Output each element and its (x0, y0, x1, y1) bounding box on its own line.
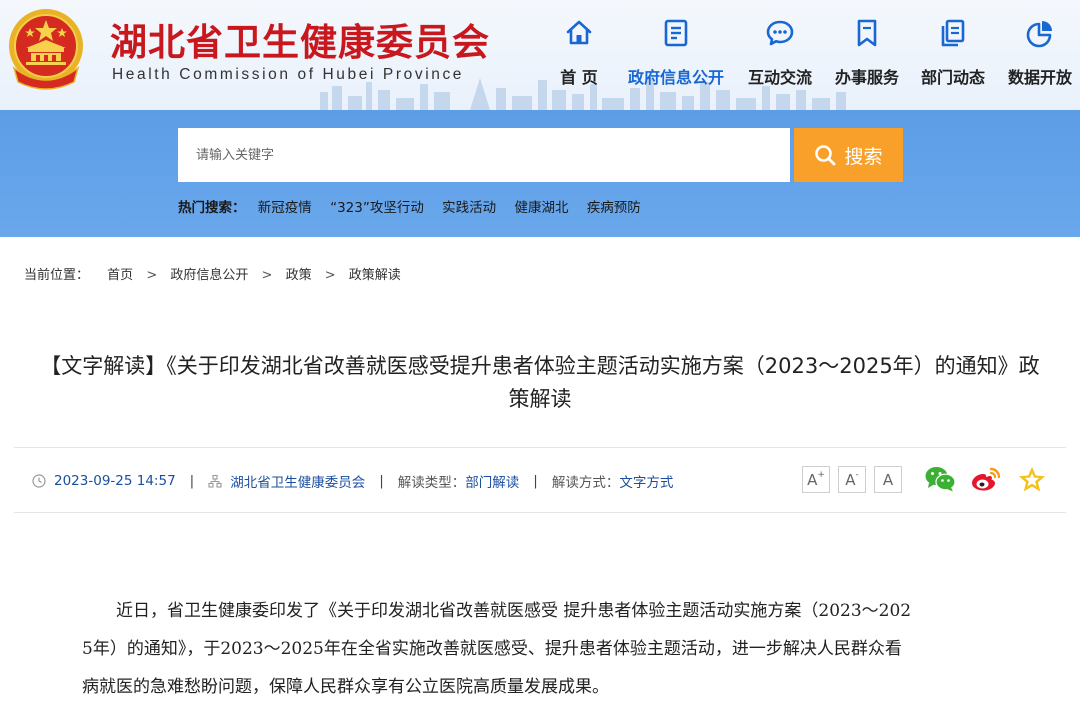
site-header: 湖北省卫生健康委员会 Health Commission of Hubei Pr… (0, 0, 1080, 110)
interpretation-method-label: 解读方式： (551, 475, 620, 491)
title-divider (14, 447, 1066, 448)
breadcrumb-link-home[interactable]: 首页 (107, 268, 133, 283)
article-title-line: 策解读 (508, 387, 572, 411)
font-decrease-button[interactable]: A- (838, 466, 866, 493)
favorite-star-icon[interactable] (1016, 465, 1048, 493)
search-input[interactable] (178, 128, 790, 182)
nav-item-gov-info[interactable]: 政府信息公开 (624, 14, 728, 94)
font-reset-button[interactable]: A (874, 466, 902, 493)
interpretation-method-value: 文字方式 (619, 475, 674, 491)
nav-label-gov-info: 政府信息公开 (627, 68, 724, 87)
nav-label-open-data: 数据开放 (1007, 68, 1072, 87)
hot-search-link[interactable]: 新冠疫情 (258, 200, 312, 216)
search-box (178, 128, 790, 182)
pie-chart-icon (1026, 21, 1052, 48)
hot-search-link[interactable]: “323”攻坚行动 (330, 200, 424, 216)
hot-search-link[interactable]: 健康湖北 (514, 200, 568, 216)
nav-item-services[interactable]: 办事服务 (831, 14, 903, 94)
font-increase-button[interactable]: A + (802, 466, 830, 493)
site-subtitle: Health Commission of Hubei Province (112, 66, 465, 83)
nav-item-home[interactable]: 首 页 (548, 14, 610, 94)
nav-label-services: 办事服务 (834, 68, 899, 87)
breadcrumb-link-policy-interpretation[interactable]: 政策解读 (349, 268, 401, 283)
bookmark-icon (857, 19, 877, 47)
document-list-icon (664, 19, 688, 47)
nav-item-open-data[interactable]: 数据开放 (1004, 14, 1076, 94)
weibo-icon[interactable] (970, 465, 1002, 493)
nav-label-interaction: 互动交流 (747, 68, 812, 87)
article-body-line: 5年）的通知》，于2023～2025年在全省实施改善就医感受、提升患者体验主题活… (82, 639, 902, 659)
meta-separator: | (533, 473, 538, 489)
breadcrumb-separator: > (146, 268, 158, 283)
hot-search: 热门搜索： 新冠疫情 “323”攻坚行动 实践活动 健康湖北 疾病预防 (178, 196, 655, 216)
breadcrumb-link-policy[interactable]: 政策 (286, 268, 312, 283)
meta-separator: | (189, 473, 195, 489)
meta-divider (14, 512, 1066, 513)
article-body-line: 病就医的急难愁盼问题，保障人民群众享有公立医院高质量发展成果。 (82, 677, 609, 697)
organization-icon (208, 474, 222, 488)
search-icon (815, 145, 836, 166)
hot-search-link[interactable]: 疾病预防 (587, 200, 641, 216)
article-body-line: 近日，省卫生健康委印发了《关于印发湖北省改善就医感受 提升患者体验主题活动实施方… (82, 601, 912, 621)
home-icon (566, 20, 592, 45)
nav-item-interaction[interactable]: 互动交流 (744, 14, 816, 94)
font-size-controls: A + A- A (802, 466, 902, 493)
share-bar (924, 465, 1048, 493)
breadcrumb-label: 当前位置： (24, 268, 90, 283)
breadcrumb-separator: > (324, 268, 336, 283)
article-body: 近日，省卫生健康委印发了《关于印发湖北省改善就医感受 提升患者体验主题活动实施方… (82, 592, 1000, 705)
article-title-line: 【文字解读】《关于印发湖北省改善就医感受提升患者体验主题活动实施方案（2023～… (40, 354, 1040, 378)
breadcrumb-separator: > (261, 268, 273, 283)
search-button[interactable]: 搜索 (794, 128, 903, 182)
clock-icon (32, 474, 46, 488)
search-band: 搜索 热门搜索： 新冠疫情 “323”攻坚行动 实践活动 健康湖北 疾病预防 (0, 110, 1080, 237)
publish-date: 2023-09-25 14:57 (54, 473, 176, 489)
search-button-label: 搜索 (844, 145, 883, 168)
hot-search-label: 热门搜索： (178, 200, 246, 216)
breadcrumb-link-gov-info[interactable]: 政府信息公开 (170, 268, 248, 283)
interpretation-type-value: 部门解读 (465, 475, 520, 491)
hot-search-link[interactable]: 实践活动 (442, 200, 496, 216)
wechat-icon[interactable] (924, 465, 956, 493)
article-title: 【文字解读】《关于印发湖北省改善就医感受提升患者体验主题活动实施方案（2023～… (20, 350, 1060, 416)
nav-label-home: 首 页 (560, 68, 598, 87)
national-emblem-logo (9, 9, 83, 90)
site-title[interactable]: 湖北省卫生健康委员会 (110, 12, 490, 66)
article-meta: 2023-09-25 14:57 | 湖北省卫生健康委员会 | 解读类型： 部门… (32, 471, 673, 491)
copy-document-icon (941, 19, 965, 47)
chat-bubble-icon (766, 20, 794, 46)
nav-item-dept-news[interactable]: 部门动态 (917, 14, 989, 94)
breadcrumb: 当前位置： 首页 > 政府信息公开 > 政策 > 政策解读 (24, 264, 401, 283)
interpretation-type-label: 解读类型： (397, 475, 466, 491)
nav-label-dept-news: 部门动态 (920, 68, 985, 87)
meta-separator: | (379, 473, 384, 489)
source-org: 湖北省卫生健康委员会 (230, 475, 366, 491)
